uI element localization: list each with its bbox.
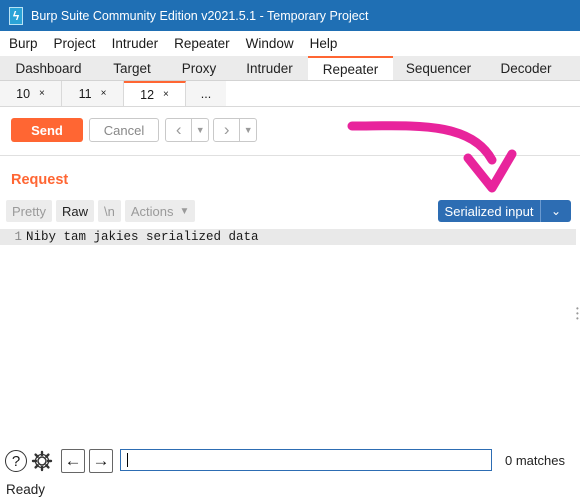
line-number: 1 — [14, 230, 22, 244]
actions-label: Actions — [130, 203, 174, 219]
status-text: Ready — [6, 482, 46, 497]
repeater-tab-bar: 10 × 11 × 12 × ... — [0, 81, 580, 107]
new-tab-button[interactable]: ... — [186, 81, 226, 106]
tab-proxy[interactable]: Proxy — [167, 56, 231, 80]
close-icon[interactable]: × — [39, 88, 45, 99]
chevron-down-icon[interactable]: ▼ — [239, 119, 256, 141]
window-title: Burp Suite Community Edition v2021.5.1 -… — [31, 8, 369, 23]
menu-burp[interactable]: Burp — [0, 36, 46, 51]
repeater-tab-label: 11 — [78, 86, 92, 101]
send-button[interactable]: Send — [11, 118, 83, 142]
tab-sequencer[interactable]: Sequencer — [393, 56, 484, 80]
menu-window[interactable]: Window — [238, 36, 302, 51]
menu-project[interactable]: Project — [46, 36, 104, 51]
match-count: 0 matches — [505, 453, 565, 468]
previous-match-button[interactable]: ← — [61, 449, 85, 473]
editor-line[interactable]: 1 Niby tam jakies serialized data — [0, 229, 576, 245]
chevron-right-icon[interactable]: › — [214, 120, 239, 140]
menu-repeater[interactable]: Repeater — [166, 36, 238, 51]
tab-decoder[interactable]: Decoder — [484, 56, 568, 80]
pretty-button[interactable]: Pretty — [6, 200, 52, 222]
editor-toolbar: Pretty Raw \n Actions ▼ — [6, 200, 196, 222]
cancel-button[interactable]: Cancel — [89, 118, 159, 142]
tab-dashboard[interactable]: Dashboard — [0, 56, 97, 80]
menu-intruder[interactable]: Intruder — [104, 36, 167, 51]
request-editor[interactable]: 1 Niby tam jakies serialized data — [0, 227, 580, 445]
newline-toggle[interactable]: \n — [97, 200, 121, 222]
repeater-tab-11[interactable]: 11 × — [62, 81, 124, 106]
close-icon[interactable]: × — [163, 89, 169, 100]
repeater-tab-10[interactable]: 10 × — [0, 81, 62, 106]
chevron-down-icon: ▼ — [179, 205, 190, 217]
search-input[interactable] — [120, 449, 492, 471]
chevron-left-icon[interactable]: ‹ — [166, 120, 191, 140]
tab-intruder[interactable]: Intruder — [231, 56, 308, 80]
title-bar: ϟ Burp Suite Community Edition v2021.5.1… — [0, 0, 580, 31]
chevron-down-icon[interactable]: ▼ — [191, 119, 208, 141]
main-tab-bar: Dashboard Target Proxy Intruder Repeater… — [0, 56, 580, 81]
chevron-down-icon[interactable]: ⌄ — [540, 200, 571, 222]
next-match-button[interactable]: → — [89, 449, 113, 473]
tab-target[interactable]: Target — [97, 56, 167, 80]
serialized-input-button[interactable]: Serialized input ⌄ — [438, 200, 571, 222]
line-text[interactable]: Niby tam jakies serialized data — [26, 230, 259, 244]
repeater-tab-label: 10 — [16, 86, 31, 101]
raw-button[interactable]: Raw — [55, 200, 94, 222]
tab-repeater[interactable]: Repeater — [308, 56, 393, 80]
gear-icon[interactable] — [31, 450, 53, 472]
close-icon[interactable]: × — [101, 88, 107, 99]
history-back-group[interactable]: ‹ ▼ — [165, 118, 209, 142]
help-icon[interactable]: ? — [5, 450, 27, 472]
serialized-input-label[interactable]: Serialized input — [438, 200, 540, 222]
repeater-tab-12[interactable]: 12 × — [124, 81, 186, 106]
repeater-tab-label: 12 — [140, 87, 155, 102]
history-forward-group[interactable]: › ▼ — [213, 118, 257, 142]
text-cursor — [127, 453, 128, 467]
arrow-left-icon: ← — [64, 451, 82, 470]
repeater-toolbar: Send Cancel ‹ ▼ › ▼ — [0, 107, 580, 156]
burp-logo-icon: ϟ — [9, 6, 23, 25]
splitter-handle-icon[interactable]: • • • — [576, 305, 580, 323]
arrow-right-icon: → — [92, 451, 110, 470]
menu-bar: Burp Project Intruder Repeater Window He… — [0, 31, 580, 56]
request-heading: Request — [11, 172, 69, 188]
menu-help[interactable]: Help — [302, 36, 346, 51]
actions-dropdown[interactable]: Actions ▼ — [124, 200, 196, 222]
